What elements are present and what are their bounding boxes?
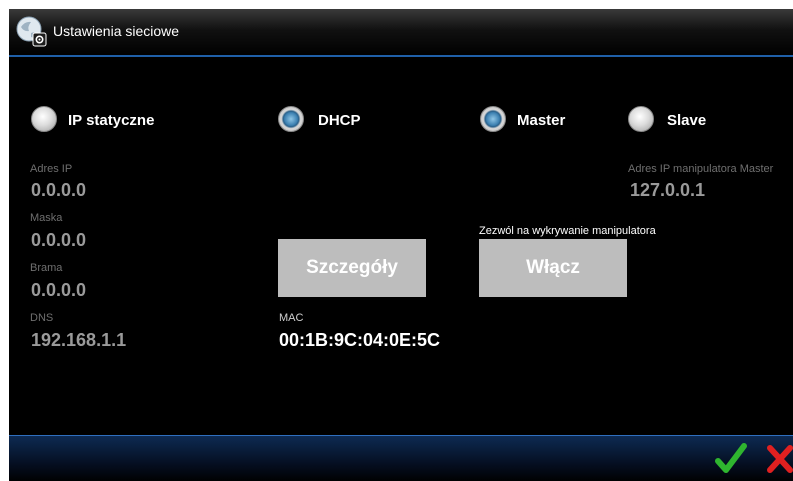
close-icon[interactable]	[765, 442, 793, 476]
mask-label: Maska	[30, 212, 63, 224]
dns-value: 192.168.1.1	[31, 330, 127, 350]
static-ip-radio[interactable]	[31, 106, 57, 132]
static-ip-label: IP statyczne	[68, 112, 155, 129]
dns-label: DNS	[30, 312, 54, 324]
window-title: Ustawienia sieciowe	[53, 23, 180, 39]
slave-label: Slave	[667, 112, 707, 129]
settings-window: Ustawienia sieciowe IP statyczne DHCP Ma…	[9, 9, 793, 481]
footer-bar	[9, 435, 793, 481]
check-icon[interactable]	[715, 442, 747, 476]
master-ip-value: 127.0.0.1	[630, 180, 706, 200]
enable-button[interactable]: Włącz	[479, 239, 627, 297]
master-ip-label: Adres IP manipulatora Master	[628, 163, 774, 175]
ip-address-value: 0.0.0.0	[31, 180, 87, 200]
gateway-label: Brama	[30, 262, 63, 274]
dhcp-label: DHCP	[318, 112, 361, 129]
permit-detection-label: Zezwól na wykrywanie manipulatora	[479, 225, 656, 237]
network-settings-icon	[16, 16, 47, 47]
mac-label: MAC	[279, 312, 304, 324]
mac-value: 00:1B:9C:04:0E:5C	[279, 330, 441, 350]
mask-value: 0.0.0.0	[31, 230, 87, 250]
ip-address-label: Adres IP	[30, 163, 73, 175]
master-radio[interactable]	[480, 106, 506, 132]
title-bar: Ustawienia sieciowe	[9, 9, 793, 57]
dhcp-radio[interactable]	[278, 106, 304, 132]
slave-radio[interactable]	[628, 106, 654, 132]
master-label: Master	[517, 112, 566, 129]
gateway-value: 0.0.0.0	[31, 280, 87, 300]
details-button[interactable]: Szczegóły	[278, 239, 426, 297]
